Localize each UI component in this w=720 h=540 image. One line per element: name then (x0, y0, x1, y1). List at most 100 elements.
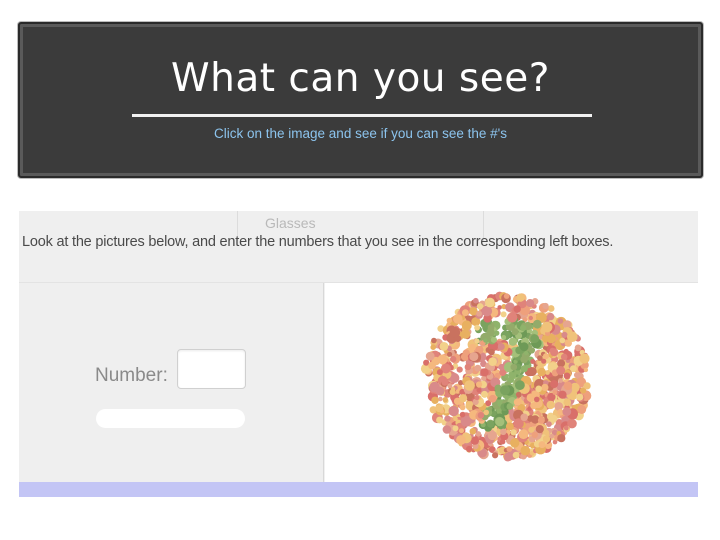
plate-dot (449, 389, 456, 396)
plate-dot (446, 317, 452, 324)
plate-dot (535, 425, 544, 434)
plate-dot (488, 394, 497, 403)
plate-dot (487, 420, 495, 428)
plate-dot (520, 365, 528, 373)
plate-dot (466, 445, 473, 453)
plate-dot (563, 425, 569, 431)
plate-dot (473, 297, 479, 304)
plate-dot (456, 435, 466, 445)
plate-dot (542, 435, 551, 443)
plate-dot (481, 390, 488, 398)
plate-dot (459, 428, 464, 434)
plate-dot (439, 342, 449, 351)
plate-dot (508, 337, 518, 346)
plate-dot (531, 431, 538, 438)
plate-dot (563, 372, 571, 380)
number-input[interactable] (177, 349, 246, 389)
plate-dot (547, 305, 555, 312)
page-title: What can you see? (171, 56, 550, 101)
plate-dot (528, 315, 533, 321)
plate-dot (541, 383, 549, 391)
plate-dot (534, 396, 540, 403)
plate-dot (469, 352, 479, 362)
plate-dot (558, 378, 563, 383)
plate-dot (552, 390, 558, 395)
plate-dot (567, 331, 578, 342)
subtitle: Click on the image and see if you can se… (214, 126, 507, 141)
plate-dot (530, 359, 536, 364)
plate-dot (431, 337, 437, 344)
plate-dot (511, 328, 519, 336)
plate-dot (513, 398, 521, 406)
plate-dot (541, 321, 553, 333)
plate-dot (456, 366, 463, 373)
color-plate-icon[interactable] (420, 290, 594, 464)
plate-dot (520, 324, 527, 332)
plate-dot (556, 366, 566, 375)
plate-dot (497, 343, 505, 351)
plate-dot (561, 331, 568, 338)
plate-dot (579, 353, 590, 364)
plate-dot (442, 397, 448, 403)
plate-dot (488, 357, 497, 366)
plate-dot (515, 391, 522, 398)
plate-dot (487, 324, 495, 331)
plate-dot (453, 314, 463, 324)
plate-dot (483, 338, 488, 343)
plate-dot (490, 336, 497, 343)
plate-dot (546, 421, 552, 427)
plate-dot (497, 305, 502, 310)
plate-dot (542, 302, 549, 310)
plate-dot (500, 311, 507, 318)
plate-dot (526, 393, 536, 402)
plate-dot (461, 320, 472, 331)
plate-dot (481, 375, 487, 382)
plate-dot (498, 363, 505, 371)
instruction-bar: Glasses Look at the pictures below, and … (19, 211, 698, 283)
plate-dot (448, 405, 459, 417)
plate-dot (447, 351, 453, 357)
plate-dot (513, 305, 521, 313)
plate-dot (506, 403, 514, 410)
plate-dot (474, 394, 480, 401)
progress-bar (19, 482, 698, 497)
answer-pane: Number: (19, 283, 324, 482)
plate-dot (573, 372, 580, 378)
plate-dot (527, 367, 537, 377)
plate-dot (530, 334, 540, 344)
plate-dot (562, 407, 572, 417)
plate-dot (526, 299, 535, 308)
plate-dot (476, 310, 482, 317)
plate-dot (574, 344, 582, 352)
plate-dot (520, 445, 531, 456)
plate-dot (500, 428, 507, 435)
plate-dot (459, 394, 468, 403)
plate-dot (541, 358, 547, 364)
plate-dot (494, 330, 500, 336)
plate-dot (558, 390, 567, 399)
plate-dot (557, 318, 564, 324)
plate-dot (520, 413, 528, 422)
plate-dot (519, 342, 529, 351)
plate-dot (563, 398, 572, 406)
plate-dot (504, 452, 513, 462)
plate-dot (570, 365, 577, 373)
image-pane (325, 283, 698, 482)
submit-pill-button[interactable] (96, 409, 245, 428)
plate-dot (560, 353, 568, 361)
plate-dot (550, 380, 559, 389)
plate-dot (436, 416, 443, 424)
plate-dot (543, 353, 549, 360)
plate-dot (460, 329, 471, 339)
plate-dot (476, 381, 483, 388)
plate-dot (530, 402, 538, 410)
plate-dot (550, 348, 559, 357)
plate-dot (474, 338, 480, 344)
plate-dot (583, 382, 591, 390)
plate-dot (444, 415, 451, 422)
plate-dot (462, 309, 469, 317)
plate-dot (501, 335, 507, 340)
plate-dot (430, 344, 436, 350)
plate-dot (438, 396, 443, 402)
plate-dot (436, 369, 443, 376)
